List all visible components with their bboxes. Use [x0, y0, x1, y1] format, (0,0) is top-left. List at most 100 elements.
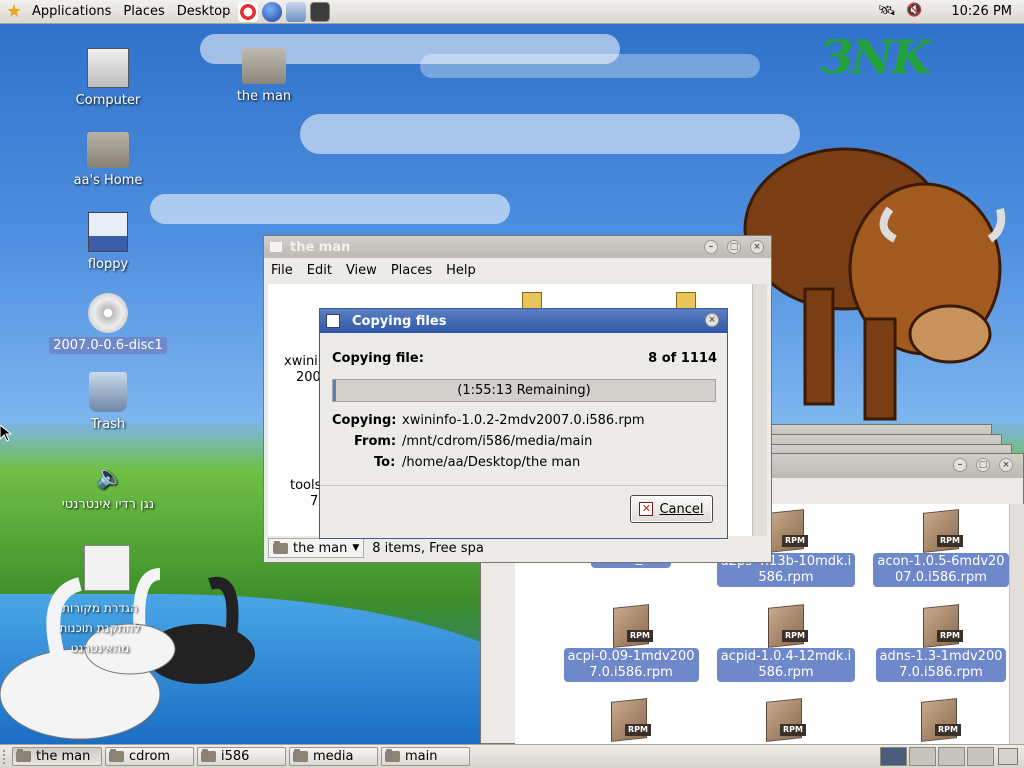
cloud — [150, 194, 510, 224]
computer-icon — [87, 48, 129, 88]
workspace-1[interactable] — [880, 747, 907, 766]
file-label: acon-1.0.5-6mdv20 07.0.i586.rpm — [873, 553, 1009, 587]
desktop-icon-radio[interactable]: 🔈 נגן רדיו אינטרנטי — [48, 464, 168, 513]
document-launcher-icon[interactable] — [84, 545, 130, 591]
file-label: 7 — [310, 494, 319, 509]
brand-logo: ЗNK — [820, 30, 931, 84]
copying-value: xwininfo-1.0.2-2mdv2007.0.i586.rpm — [402, 413, 645, 428]
menu-help[interactable]: Help — [439, 263, 483, 278]
workspace-4[interactable] — [967, 747, 994, 766]
desktop-icon-label-line: מהאינטרנט — [70, 641, 130, 655]
rpm-package-icon: RPM — [603, 604, 659, 648]
dialog-titlebar[interactable]: Copying files × — [320, 309, 727, 333]
mail-icon[interactable] — [286, 1, 307, 22]
menubar: File Edit View Places Help — [264, 258, 771, 282]
web-browser-icon[interactable] — [262, 1, 283, 22]
desktop-icon-label: 2007.0-0.6-disc1 — [49, 337, 167, 354]
desktop-icon-label: aa's Home — [73, 173, 143, 188]
bottom-panel: the man cdrom i586 media main — [0, 744, 1024, 768]
folder-icon — [242, 48, 286, 84]
folder-icon — [109, 749, 124, 762]
copying-file-label: Copying file: — [332, 351, 424, 366]
desktop-icon-the-man[interactable]: the man — [204, 48, 324, 105]
terminal-icon[interactable] — [310, 1, 331, 22]
taskbar-item-cdrom[interactable]: cdrom — [105, 747, 194, 766]
floppy-icon — [88, 212, 128, 252]
taskbar-item-main[interactable]: main — [381, 747, 470, 766]
file-count: 8 of 1114 — [648, 351, 717, 366]
volume-muted-icon[interactable]: 🔇 — [906, 3, 924, 21]
menu-desktop[interactable]: Desktop — [171, 4, 237, 19]
file-item[interactable]: RPM acpid-1.0.4-12mdk.i 586.rpm — [716, 604, 856, 682]
progress-bar: (1:55:13 Remaining) — [332, 379, 716, 402]
desktop-icon-label: Computer — [75, 93, 141, 108]
taskbar-item-media[interactable]: media — [289, 747, 378, 766]
menu-edit[interactable]: Edit — [300, 263, 339, 278]
desktop-icon-software-sources[interactable]: הגדרת מקורות להתקנת תוכנות מהאינטרנט — [40, 598, 160, 658]
maximize-icon[interactable]: □ — [976, 458, 990, 472]
task-label: main — [405, 749, 438, 764]
copy-progress-dialog[interactable]: Copying files × Copying file: 8 of 1114 … — [319, 308, 728, 539]
status-text: 8 items, Free spa — [372, 540, 484, 556]
workspace-3[interactable] — [938, 747, 965, 766]
cancel-label: Cancel — [659, 501, 704, 517]
task-label: media — [313, 749, 354, 764]
desktop-icon-floppy[interactable]: floppy — [48, 212, 168, 273]
minimize-icon[interactable]: – — [953, 458, 967, 472]
close-icon[interactable]: × — [750, 240, 764, 254]
workspace-2[interactable] — [909, 747, 936, 766]
window-titlebar[interactable]: the man – □ × — [264, 236, 771, 258]
cancel-button[interactable]: ✕ Cancel — [630, 495, 713, 523]
rpm-package-icon: RPM — [758, 604, 814, 648]
folder-icon — [293, 749, 308, 762]
desktop-icon-home[interactable]: aa's Home — [48, 132, 168, 189]
taskbar-item-the-man[interactable]: the man — [12, 747, 102, 766]
minimize-icon[interactable]: – — [704, 240, 718, 254]
taskbar-item-i586[interactable]: i586 — [197, 747, 286, 766]
file-item[interactable]: RPM acon-1.0.5-6mdv20 07.0.i586.rpm — [871, 509, 1011, 587]
maximize-icon[interactable]: □ — [727, 240, 741, 254]
desktop-icon-label-line: הגדרת מקורות — [62, 601, 138, 615]
menu-view[interactable]: View — [339, 263, 384, 278]
chevron-down-icon: ▼ — [352, 543, 360, 553]
rpm-package-icon: RPM — [913, 509, 969, 553]
file-item[interactable]: RPM acpi-0.09-1mdv200 7.0.i586.rpm — [561, 604, 701, 682]
desktop-icon-trash[interactable]: Trash — [48, 372, 168, 433]
folder-icon — [270, 242, 282, 252]
star-icon[interactable]: ★ — [6, 2, 26, 21]
cloud — [300, 114, 800, 154]
from-label: From: — [354, 434, 397, 449]
rpm-package-icon[interactable]: RPM — [601, 698, 657, 742]
help-icon[interactable] — [238, 1, 259, 22]
window-menu-icon[interactable] — [326, 314, 340, 328]
menu-places[interactable]: Places — [117, 4, 170, 19]
location-dropdown[interactable]: the man ▼ — [268, 538, 365, 558]
network-status-icon[interactable]: 🛰 — [878, 3, 896, 21]
folder-icon — [201, 749, 216, 762]
rpm-package-icon: RPM — [913, 604, 969, 648]
status-bar: the man ▼ 8 items, Free spa — [268, 538, 484, 558]
task-label: i586 — [221, 749, 250, 764]
desktop-icon-label: floppy — [87, 257, 129, 272]
desktop-icon-label: Trash — [90, 417, 126, 432]
file-item[interactable]: RPM adns-1.3-1mdv200 7.0.i586.rpm — [871, 604, 1011, 682]
dialog-separator — [320, 485, 727, 486]
rpm-package-icon[interactable]: RPM — [756, 698, 812, 742]
close-icon[interactable]: × — [999, 458, 1013, 472]
rpm-package-icon[interactable]: RPM — [911, 698, 967, 742]
vertical-scrollbar[interactable] — [752, 284, 767, 536]
from-value: /mnt/cdrom/i586/media/main — [402, 434, 593, 449]
vertical-scrollbar[interactable] — [1009, 504, 1024, 744]
trash-applet-icon[interactable] — [998, 748, 1018, 765]
panel-handle[interactable] — [3, 750, 10, 764]
folder-icon — [16, 749, 31, 762]
mouse-pointer-icon — [0, 425, 12, 442]
menu-file[interactable]: File — [264, 263, 300, 278]
menu-places[interactable]: Places — [384, 263, 439, 278]
close-icon[interactable]: × — [705, 313, 719, 327]
clock[interactable]: 10:26 PM — [951, 4, 1012, 19]
menu-applications[interactable]: Applications — [26, 4, 117, 19]
desktop-icon-computer[interactable]: Computer — [48, 48, 168, 109]
desktop-icon-cdrom[interactable]: 2007.0-0.6-disc1 — [48, 293, 168, 354]
file-label: acpi-0.09-1mdv200 7.0.i586.rpm — [563, 648, 699, 682]
